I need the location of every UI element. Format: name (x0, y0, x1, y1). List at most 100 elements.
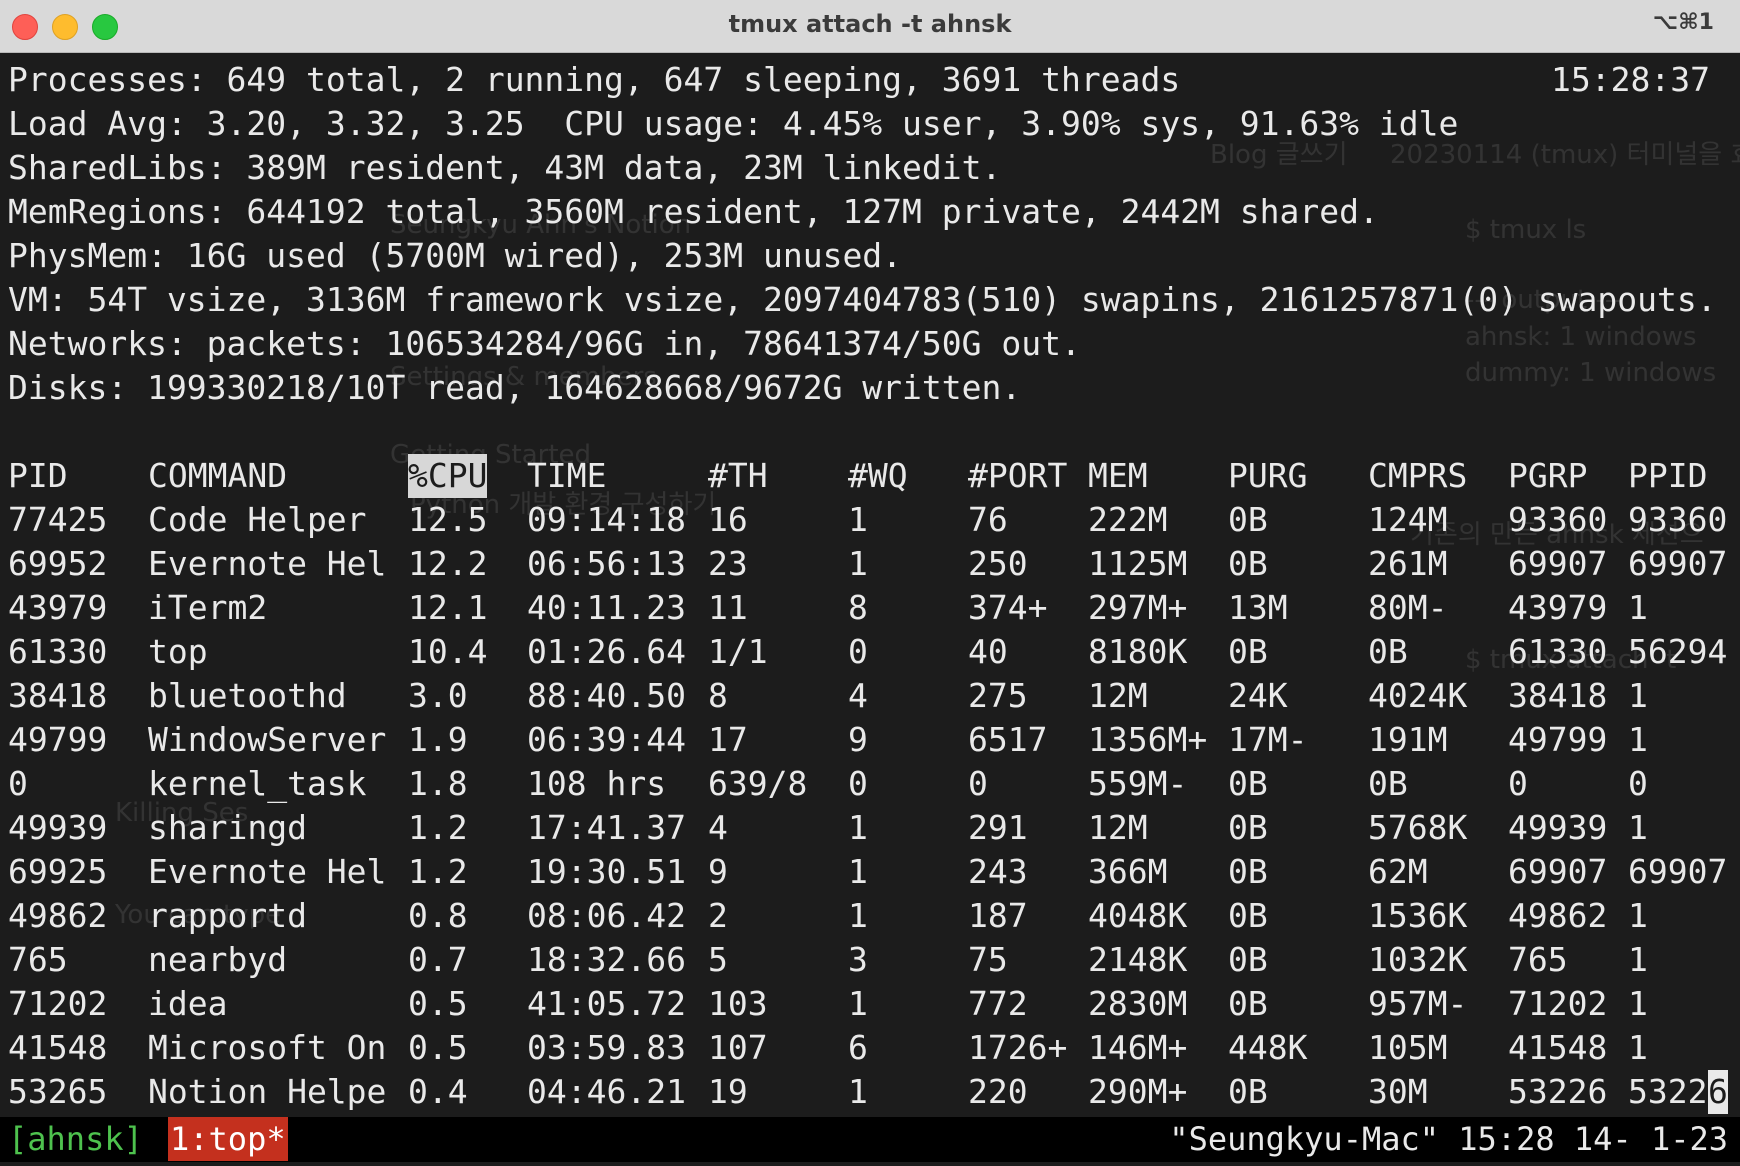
cell-time: 03:59.83 (527, 1028, 686, 1067)
cell-purg: 0B (1228, 632, 1268, 671)
cell-time: 88:40.50 (527, 676, 686, 715)
cell-port: 243 (968, 852, 1028, 891)
cell-mem: 8180K (1088, 632, 1188, 671)
table-row: 77425 Code Helper 12.5 09:14:18 16 1 76 222M 0B 1… (0, 498, 1740, 542)
cell-purg: 0B (1228, 500, 1268, 539)
cell-pgrp: 765 (1508, 940, 1568, 979)
table-row: 49939 sharingd 1.2 17:41.37 4 1 291 12M 0B 5768K 4… (0, 806, 1740, 850)
cell-pid: 49799 (8, 720, 108, 759)
cell-cmprs: 105M (1368, 1028, 1448, 1067)
cell-cpu: 0.5 (408, 984, 468, 1023)
cell-time: 18:32.66 (527, 940, 686, 979)
cell-pid: 0 (8, 764, 28, 803)
cell-port: 220 (968, 1072, 1028, 1111)
cell-port: 772 (968, 984, 1028, 1023)
cell-pgrp: 49939 (1508, 808, 1608, 847)
cell-pgrp: 0 (1508, 764, 1528, 803)
cell-cpu: 0.5 (408, 1028, 468, 1067)
cell-threads: 11 (708, 588, 748, 627)
cell-pid: 69925 (8, 852, 108, 891)
table-header: PID COMMAND %CPU TIME #TH #WQ #PORT MEM … (0, 454, 1740, 498)
column-header-threads: #TH (708, 456, 768, 495)
cell-cmprs: 5768K (1368, 808, 1468, 847)
cell-time: 01:26.64 (527, 632, 686, 671)
cell-time: 17:41.37 (527, 808, 686, 847)
cell-ppid: 93360 (1628, 500, 1728, 539)
cell-cpu: 12.1 (408, 588, 488, 627)
cell-mem: 559M- (1088, 764, 1188, 803)
cell-pid: 765 (8, 940, 68, 979)
terminal-content[interactable]: Seungkyu Ahn's Notion Blog 글쓰기 20230114 … (0, 53, 1740, 1166)
column-header-wq: #WQ (848, 456, 908, 495)
table-row: 53265 Notion Helpe 0.4 04:46.21 19 1 220 290M+ 0… (0, 1070, 1740, 1114)
tmux-session-name[interactable]: [ahnsk] (8, 1117, 143, 1161)
clock: 15:28:37 (1551, 60, 1710, 99)
column-header-mem: MEM (1088, 456, 1148, 495)
cell-command: kernel_task (148, 764, 367, 803)
cell-pgrp: 61330 (1508, 632, 1608, 671)
cell-cmprs: 80M- (1368, 588, 1448, 627)
cell-threads: 107 (708, 1028, 768, 1067)
cell-purg: 0B (1228, 940, 1268, 979)
cell-time: 19:30.51 (527, 852, 686, 891)
cell-threads: 9 (708, 852, 728, 891)
column-header-purg: PURG (1228, 456, 1308, 495)
cell-wq: 3 (848, 940, 868, 979)
column-header-pgrp: PGRP (1508, 456, 1588, 495)
cell-cmprs: 0B (1368, 764, 1408, 803)
cell-purg: 0B (1228, 852, 1268, 891)
column-header-cmprs: CMPRS (1368, 456, 1468, 495)
cell-mem: 2830M (1088, 984, 1188, 1023)
cell-purg: 0B (1228, 544, 1268, 583)
tmux-window-tab[interactable]: 1:top* (168, 1117, 288, 1161)
cell-command: nearbyd (148, 940, 288, 979)
cell-wq: 0 (848, 632, 868, 671)
cell-pgrp: 43979 (1508, 588, 1608, 627)
cell-threads: 103 (708, 984, 768, 1023)
cell-command: top (148, 632, 208, 671)
vm-summary: VM: 54T vsize, 3136M framework vsize, 20… (8, 280, 1717, 319)
table-row: 765 nearbyd 0.7 18:32.66 5 3 75 2148K 0B 1032K 765… (0, 938, 1740, 982)
cell-threads: 16 (708, 500, 748, 539)
cell-port: 1726+ (968, 1028, 1068, 1067)
cell-wq: 8 (848, 588, 868, 627)
cell-threads: 8 (708, 676, 728, 715)
cell-pid: 41548 (8, 1028, 108, 1067)
cell-wq: 1 (848, 896, 868, 935)
cell-pid: 38418 (8, 676, 108, 715)
cell-command: idea (148, 984, 228, 1023)
cell-wq: 4 (848, 676, 868, 715)
cell-pgrp: 49799 (1508, 720, 1608, 759)
cell-pid: 71202 (8, 984, 108, 1023)
cell-purg: 0B (1228, 764, 1268, 803)
cell-wq: 1 (848, 808, 868, 847)
table-row: 49799 WindowServer 1.9 06:39:44 17 9 6517 1356M… (0, 718, 1740, 762)
cell-ppid: 69907 (1628, 544, 1728, 583)
title-bar: tmux attach -t ahnsk ⌥⌘1 (0, 0, 1740, 53)
cell-pgrp: 41548 (1508, 1028, 1608, 1067)
cell-mem: 290M+ (1088, 1072, 1188, 1111)
column-header-command: COMMAND (148, 456, 288, 495)
cell-cmprs: 124M (1368, 500, 1448, 539)
cell-pgrp: 93360 (1508, 500, 1608, 539)
cell-mem: 1356M+ (1088, 720, 1208, 759)
cell-mem: 2148K (1088, 940, 1188, 979)
cell-command: sharingd (148, 808, 307, 847)
cell-threads: 639/8 (708, 764, 808, 803)
cell-port: 76 (968, 500, 1008, 539)
cell-mem: 1125M (1088, 544, 1188, 583)
cell-purg: 0B (1228, 896, 1268, 935)
cell-pid: 69952 (8, 544, 108, 583)
cell-pgrp: 69907 (1508, 544, 1608, 583)
sharedlibs-summary: SharedLibs: 389M resident, 43M data, 23M… (8, 148, 1002, 187)
cell-cmprs: 0B (1368, 632, 1408, 671)
cell-ppid: 1 (1628, 896, 1648, 935)
ghost-text: $ tmux ls (1465, 215, 1587, 245)
cell-pid: 49862 (8, 896, 108, 935)
cell-cmprs: 261M (1368, 544, 1448, 583)
cell-threads: 2 (708, 896, 728, 935)
cell-pid: 43979 (8, 588, 108, 627)
physmem-summary: PhysMem: 16G used (5700M wired), 253M un… (8, 236, 903, 275)
cell-port: 0 (968, 764, 988, 803)
cell-ppid: 56294 (1628, 632, 1728, 671)
